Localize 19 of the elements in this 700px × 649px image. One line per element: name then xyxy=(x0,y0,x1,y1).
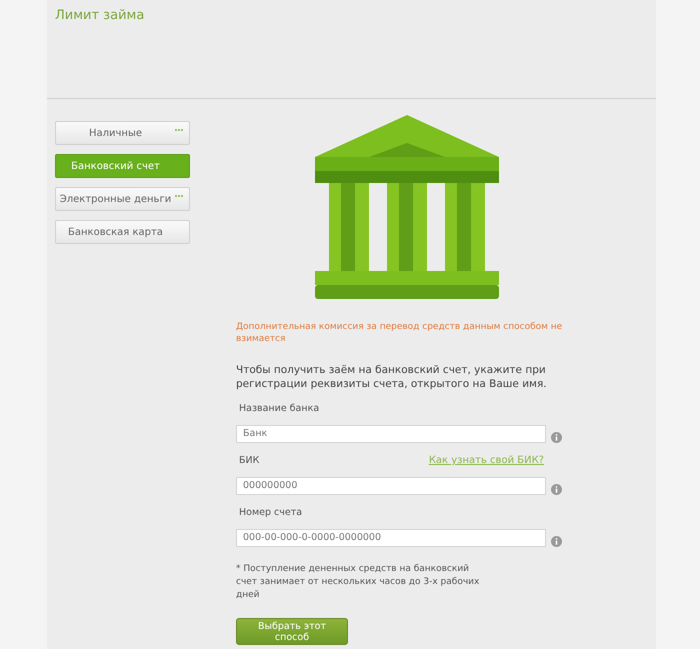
field-label: БИК xyxy=(239,455,260,466)
bank-icon xyxy=(315,115,499,299)
payment-method-tab[interactable]: Банковский счет xyxy=(55,154,190,178)
payment-method-tab[interactable]: Электронные деньги xyxy=(55,187,190,211)
payment-method-tab[interactable]: Банковская карта xyxy=(55,220,190,244)
field-label: Название банка xyxy=(239,403,320,414)
intro-text: Чтобы получить заём на банковский счет, укажите при регистрации реквизиты счета, открытого на Ваше имя. xyxy=(236,363,548,391)
payment-method-tab[interactable]: Наличные xyxy=(55,121,190,145)
info-icon[interactable] xyxy=(551,432,562,443)
field-label: Номер счета xyxy=(239,507,302,518)
page-title: Лимит займа xyxy=(55,8,146,23)
footnote: * Поступление дененных средств на банковский счет занимает от нескольких часов до 3-х рабочих дней xyxy=(236,563,480,602)
info-icon[interactable] xyxy=(551,484,562,495)
info-icon[interactable] xyxy=(551,536,562,547)
input-field[interactable]: Банк xyxy=(236,424,546,442)
input-field[interactable]: 000000000 xyxy=(236,476,546,494)
submit-button[interactable]: Выбрать этот способ xyxy=(236,618,348,645)
commission-note: Дополнительная комиссия за перевод средств данным способом не взимается xyxy=(236,321,564,345)
input-field[interactable]: 000-00-000-0-0000-0000000 xyxy=(236,528,546,546)
